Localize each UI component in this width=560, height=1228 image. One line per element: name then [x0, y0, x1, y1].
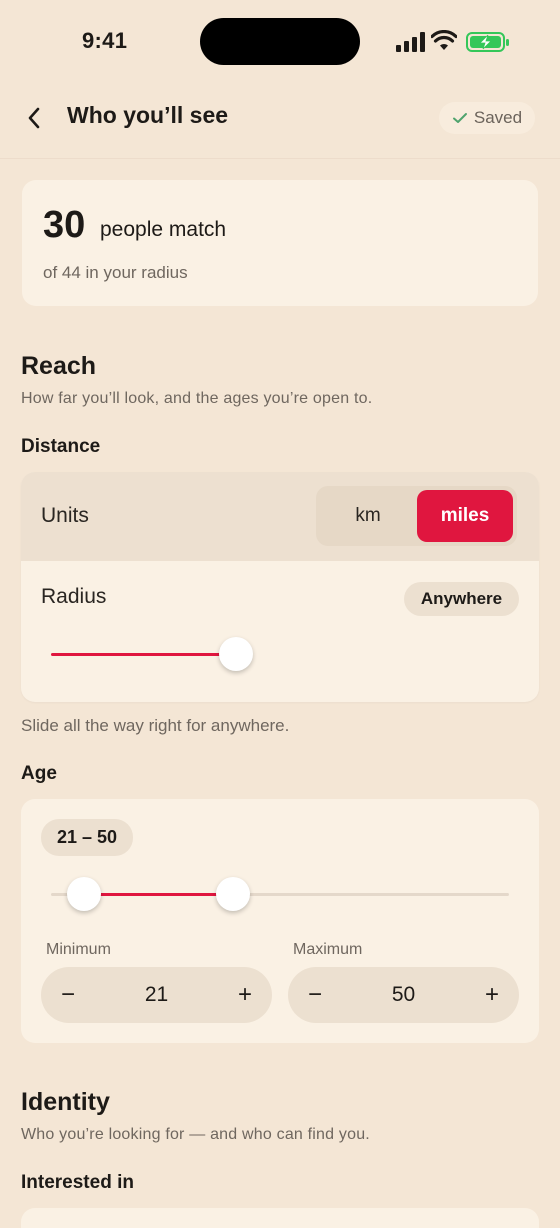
units-segmented-control: km miles: [316, 486, 517, 546]
distance-card: Units km miles Radius Anywhere: [21, 472, 539, 702]
age-max-value: 50: [391, 983, 416, 1006]
back-button[interactable]: [16, 100, 52, 136]
status-icons: [396, 30, 512, 54]
age-min-stepper: − 21 +: [41, 967, 272, 1023]
age-min-decrement-button[interactable]: −: [41, 967, 95, 1023]
units-miles-option[interactable]: miles: [417, 490, 513, 542]
dynamic-island: [200, 18, 360, 65]
age-label: Age: [21, 763, 57, 784]
saved-label: Saved: [473, 108, 523, 127]
interested-in-label: Interested in: [21, 1172, 134, 1193]
radius-label: Radius: [41, 585, 107, 608]
distance-label: Distance: [21, 436, 101, 457]
age-max-decrement-button[interactable]: −: [288, 967, 342, 1023]
saved-badge: Saved: [439, 102, 535, 134]
battery-charging-icon: [466, 32, 509, 52]
age-min-value: 21: [144, 983, 169, 1006]
reach-section-title: Reach: [21, 352, 97, 380]
match-subtitle: of 44 in your radius: [43, 263, 188, 282]
radius-slider-thumb[interactable]: [219, 637, 253, 671]
page-title: Who you’ll see: [67, 102, 229, 128]
reach-section-description: How far you’ll look, and the ages you’re…: [21, 390, 373, 407]
status-bar: 9:41: [0, 0, 560, 80]
age-max-increment-button[interactable]: +: [465, 967, 519, 1023]
wifi-icon: [431, 30, 457, 50]
maximum-label: Maximum: [293, 941, 363, 958]
match-label: people match: [100, 218, 227, 241]
age-min-increment-button[interactable]: +: [218, 967, 272, 1023]
signal-icon: [396, 32, 425, 52]
check-icon: [452, 113, 467, 123]
age-min-thumb[interactable]: [67, 877, 101, 911]
match-summary-card: 30 people match of 44 in your radius: [22, 180, 538, 306]
identity-section-title: Identity: [21, 1088, 110, 1116]
navigation-bar: Who you’ll see Saved: [0, 80, 560, 159]
radius-slider-fill: [51, 653, 236, 656]
chevron-left-icon: [28, 107, 40, 129]
age-max-thumb[interactable]: [216, 877, 250, 911]
radius-value-chip: Anywhere: [404, 582, 519, 616]
identity-section-description: Who you’re looking for — and who can fin…: [21, 1126, 370, 1143]
match-count: 30: [43, 204, 86, 246]
units-row: Units km miles: [21, 472, 539, 561]
age-card: 21 – 50 Minimum Maximum − 21 + − 50 +: [21, 799, 539, 1043]
units-km-option[interactable]: km: [320, 490, 416, 542]
units-label: Units: [41, 504, 89, 527]
radius-hint: Slide all the way right for anywhere.: [21, 716, 290, 735]
age-slider-fill: [84, 893, 234, 896]
status-time: 9:41: [82, 28, 128, 53]
age-range-chip: 21 – 50: [41, 819, 133, 856]
interested-in-card: [21, 1208, 539, 1228]
minimum-label: Minimum: [46, 941, 111, 958]
age-max-stepper: − 50 +: [288, 967, 519, 1023]
